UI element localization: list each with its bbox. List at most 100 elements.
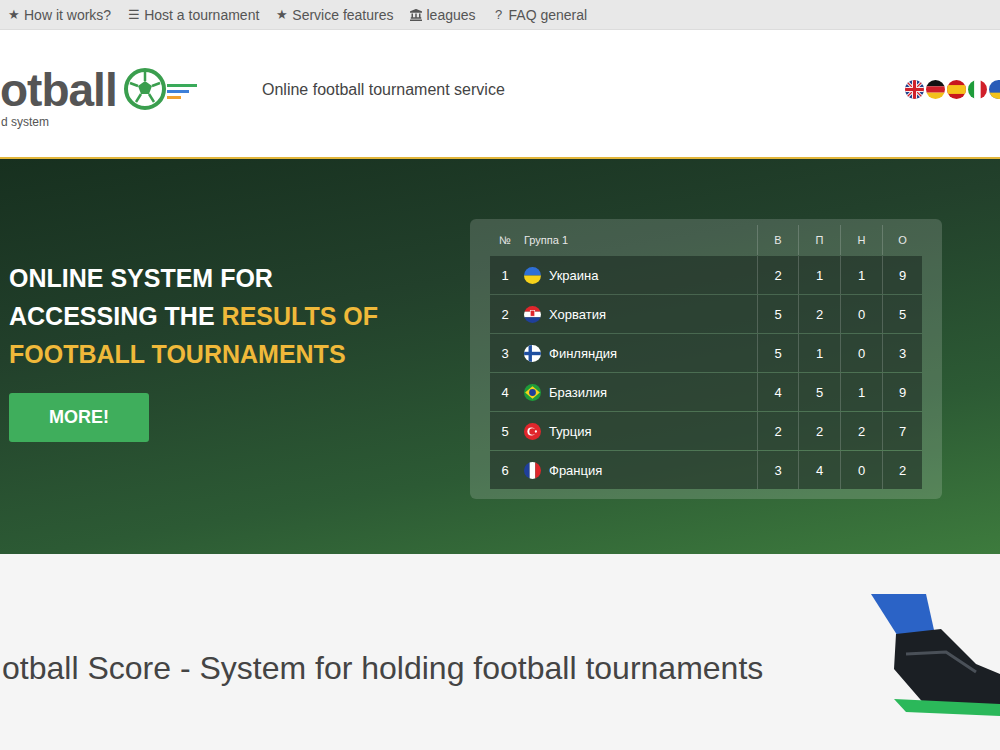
stat-cell: 0 [840,295,882,333]
team-name: Турция [549,424,592,439]
table-row: 5Турция2227 [490,412,922,450]
stat-cell: 0 [840,451,882,489]
ball-logo-icon [123,67,203,113]
fi-flag-icon [524,345,541,362]
language-option[interactable] [926,80,945,99]
landmark-icon [410,9,422,21]
stat-cell: 1 [840,373,882,411]
hero-title-segment: RESULTS OF [222,297,378,335]
stat-cell: 7 [882,412,922,450]
stat-cell: 9 [882,373,922,411]
section-heading: otball Score - System for holding footba… [0,648,1000,688]
partial-flag-icon [989,80,1000,99]
team-cell: Франция [520,451,757,489]
nav-label: How it works? [24,7,111,23]
hero-title-segment: ACCESSING THE [9,297,215,335]
top-nav: ★ How it works? ☰Host a tournament ★ Service… [0,0,1000,30]
column-header: № [490,225,520,255]
stat-cell: 2 [757,256,798,294]
column-header: Н [840,225,882,255]
nav-glyph-icon: ? [493,7,505,22]
intro-section: otball Score - System for holding footba… [0,554,1000,750]
nav-item[interactable]: ★ How it works? [8,7,111,23]
language-switcher [905,80,1000,107]
de-flag-icon [926,80,945,99]
rank-cell: 6 [490,451,520,489]
logo[interactable]: otball d system [0,59,262,129]
stat-cell: 2 [798,412,840,450]
stat-cell: 2 [882,451,922,489]
stat-cell: 4 [798,451,840,489]
language-option[interactable] [905,80,924,99]
column-header: П [798,225,840,255]
stat-cell: 1 [798,256,840,294]
stat-cell: 1 [840,256,882,294]
table-header: №Группа 1ВПНО [490,225,922,255]
nav-label: Service features [292,7,393,23]
logo-subtitle: d system [1,115,262,129]
nav-label: leagues [426,7,475,23]
hr-flag-icon [524,306,541,323]
team-cell: Бразилия [520,373,757,411]
column-header: В [757,225,798,255]
es-flag-icon [947,80,966,99]
stat-cell: 3 [882,334,922,372]
header: otball d systemOnline football tournament… [0,30,1000,159]
br-flag-icon [524,384,541,401]
stat-cell: 9 [882,256,922,294]
standings-table: №Группа 1ВПНО1Украина21192Хорватия52053Ф… [470,219,942,499]
nav-item[interactable]: ★ Service features [276,7,393,23]
rank-cell: 2 [490,295,520,333]
logo-text: otball [0,67,117,113]
nav-item[interactable]: ?FAQ general [493,7,588,23]
stat-cell: 5 [798,373,840,411]
stat-cell: 2 [798,295,840,333]
football-boot-icon [866,594,1000,719]
stat-cell: 5 [882,295,922,333]
column-header: Группа 1 [520,225,757,255]
nav-item[interactable]: ☰Host a tournament [128,7,259,23]
table-row: 2Хорватия5205 [490,295,922,333]
table-row: 4Бразилия4519 [490,373,922,411]
language-option[interactable] [989,80,1000,99]
language-option[interactable] [968,80,987,99]
column-header: О [882,225,922,255]
team-name: Украина [549,268,599,283]
stat-cell: 5 [757,334,798,372]
stat-cell: 4 [757,373,798,411]
nav-item[interactable]: leagues [410,7,475,23]
hero-title-line: ACCESSING THERESULTS OF [9,297,470,335]
stat-cell: 2 [757,412,798,450]
en-flag-icon [905,80,924,99]
stat-cell: 0 [840,334,882,372]
team-cell: Украина [520,256,757,294]
team-cell: Турция [520,412,757,450]
rank-cell: 1 [490,256,520,294]
more-button[interactable]: MORE! [9,393,149,442]
hero-text: ONLINE SYSTEM FORACCESSING THERESULTS OF… [0,159,470,442]
hero-title-line: FOOTBALL TOURNAMENTS [9,335,470,373]
table-row: 6Франция3402 [490,451,922,489]
team-cell: Хорватия [520,295,757,333]
fr-flag-icon [524,462,541,479]
it-flag-icon [968,80,987,99]
hero-title-line: ONLINE SYSTEM FOR [9,259,470,297]
language-option[interactable] [947,80,966,99]
team-name: Бразилия [549,385,607,400]
tagline: Online football tournament service [262,81,905,107]
nav-glyph-icon: ★ [276,7,288,22]
boot-image [866,594,1000,719]
rank-cell: 4 [490,373,520,411]
stat-cell: 2 [840,412,882,450]
stat-cell: 1 [798,334,840,372]
rank-cell: 5 [490,412,520,450]
nav-glyph-icon: ☰ [128,7,140,22]
table-row: 1Украина2119 [490,256,922,294]
page: ★ How it works? ☰Host a tournament ★ Service… [0,0,1000,750]
nav-glyph-icon: ★ [8,7,20,22]
team-name: Финляндия [549,346,617,361]
stat-cell: 5 [757,295,798,333]
hero-title: ONLINE SYSTEM FORACCESSING THERESULTS OF… [9,259,470,373]
rank-cell: 3 [490,334,520,372]
team-name: Хорватия [549,307,606,322]
